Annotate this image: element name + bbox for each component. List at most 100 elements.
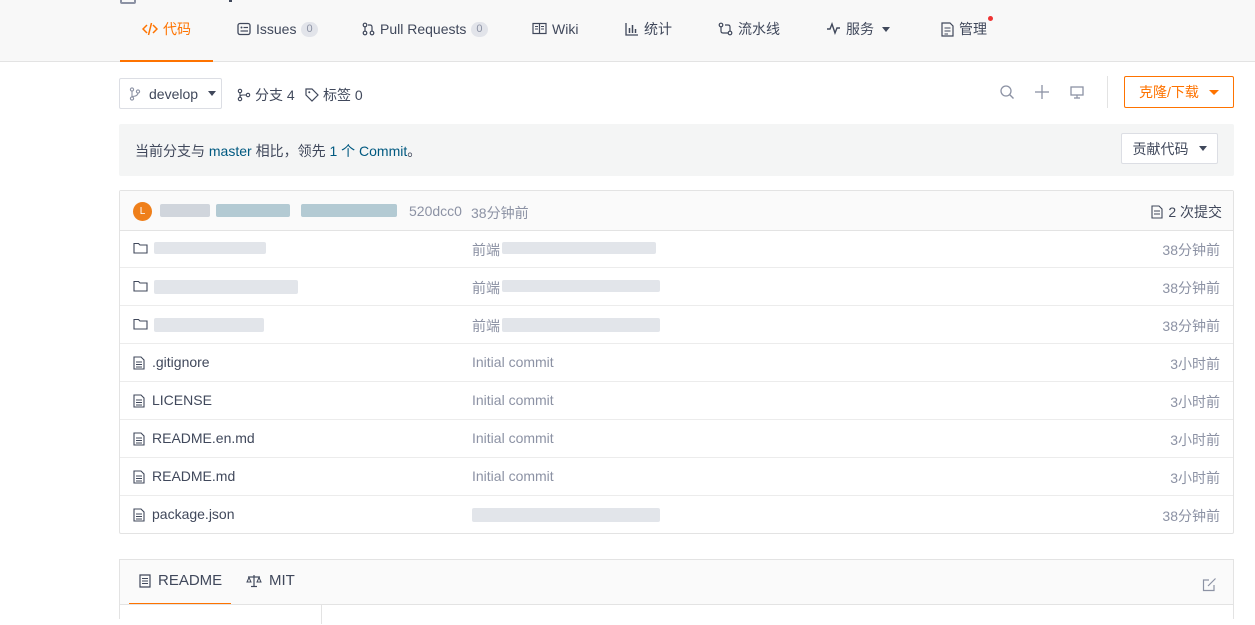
- contribute-label: 贡献代码: [1132, 140, 1189, 157]
- tab-readme[interactable]: README: [128, 572, 232, 605]
- redacted-folder-name: [154, 280, 298, 294]
- service-pulse-icon: [827, 22, 840, 35]
- file-row[interactable]: README.md Initial commit 3小时前: [120, 458, 1233, 496]
- file-row[interactable]: README.en.md Initial commit 3小时前: [120, 420, 1233, 458]
- file-icon: [133, 432, 145, 446]
- contribute-button[interactable]: 贡献代码: [1121, 133, 1218, 164]
- file-icon: [133, 508, 145, 522]
- branch-icon: [129, 86, 141, 101]
- tab-code-label: 代码: [163, 21, 191, 37]
- commits-count-link[interactable]: 2 次提交: [1151, 202, 1222, 222]
- folder-icon: [133, 318, 148, 330]
- tab-services[interactable]: 服务: [826, 19, 891, 61]
- file-icon: [133, 470, 145, 484]
- tab-pull-requests[interactable]: Pull Requests 0: [362, 19, 488, 61]
- redacted-author: [160, 204, 210, 217]
- toolbar-divider: [1107, 76, 1108, 108]
- redacted-commit-message: [216, 204, 290, 217]
- tab-issues[interactable]: Issues 0: [237, 19, 318, 61]
- file-row[interactable]: package.json 38分钟前: [120, 496, 1233, 534]
- commit-message[interactable]: 前端: [472, 316, 500, 336]
- edit-icon[interactable]: [1202, 577, 1217, 595]
- branch-name: develop: [149, 85, 199, 102]
- redacted-commit-message: [301, 204, 397, 217]
- search-icon[interactable]: [999, 84, 1015, 103]
- branch-select[interactable]: develop: [119, 78, 222, 109]
- add-file-icon[interactable]: [1034, 84, 1050, 103]
- tab-license[interactable]: MIT: [246, 572, 295, 589]
- tab-wiki[interactable]: Wiki: [532, 19, 578, 61]
- tab-services-label: 服务: [846, 21, 874, 37]
- chevron-down-icon: [208, 91, 217, 96]
- chevron-down-icon: [1208, 89, 1219, 95]
- tab-code[interactable]: 代码: [120, 19, 213, 62]
- file-time: 38分钟前: [1162, 508, 1220, 524]
- tab-pipeline-label: 流水线: [738, 21, 780, 37]
- file-row[interactable]: 前端 38分钟前: [120, 306, 1233, 344]
- tab-manage[interactable]: 管理: [941, 16, 993, 61]
- file-row[interactable]: 前端 38分钟前: [120, 268, 1233, 306]
- file-row[interactable]: LICENSE Initial commit 3小时前: [120, 382, 1233, 420]
- notice-text: 当前分支与 master 相比，领先 1 个 Commit。: [135, 141, 421, 161]
- tags-link[interactable]: 标签 0: [305, 85, 363, 105]
- chevron-down-icon: [882, 27, 890, 32]
- file-name-link[interactable]: README.md: [152, 468, 235, 484]
- file-name-link[interactable]: package.json: [152, 506, 235, 522]
- file-name-link[interactable]: README.en.md: [152, 430, 255, 446]
- branches-icon: [237, 88, 251, 102]
- tab-stats[interactable]: 统计: [625, 19, 672, 61]
- chevron-down-icon: [1198, 146, 1207, 151]
- file-icon: [133, 394, 145, 408]
- commit-message[interactable]: Initial commit: [472, 468, 554, 484]
- file-time: 38分钟前: [1162, 242, 1220, 258]
- avatar[interactable]: L: [133, 202, 152, 221]
- repo-icon: [120, 0, 136, 4]
- issues-count-badge: 0: [301, 22, 318, 37]
- readme-content: [120, 604, 1233, 625]
- code-icon: [142, 22, 158, 36]
- commit-message[interactable]: Initial commit: [472, 392, 554, 408]
- tags-label: 标签 0: [323, 87, 363, 103]
- commit-history-icon: [1151, 205, 1163, 219]
- redacted-commit-message: [502, 242, 656, 254]
- monitor-icon[interactable]: [1069, 84, 1085, 103]
- folder-icon: [133, 280, 148, 292]
- tab-license-label: MIT: [269, 572, 295, 589]
- tab-manage-text: 管理: [959, 21, 987, 37]
- branches-link[interactable]: 分支 4: [237, 85, 295, 105]
- commit-time: 38分钟前: [471, 205, 529, 221]
- stats-chart-icon: [625, 23, 638, 36]
- commit-message[interactable]: Initial commit: [472, 354, 554, 370]
- redacted-commit-message: [502, 318, 660, 332]
- file-time: 3小时前: [1170, 432, 1220, 448]
- commit-sha-link[interactable]: 520dcc0: [409, 203, 462, 219]
- file-row[interactable]: .gitignore Initial commit 3小时前: [120, 344, 1233, 382]
- pipeline-icon: [718, 22, 733, 36]
- repo-header: 代码 Issues 0 Pull Requests 0 Wiki 统计 流水线 …: [0, 0, 1255, 62]
- file-time: 3小时前: [1170, 394, 1220, 410]
- tab-pull-requests-label: Pull Requests: [380, 21, 467, 37]
- tag-icon: [305, 88, 319, 102]
- commit-message[interactable]: 前端: [472, 240, 500, 260]
- commits-count-label: 2 次提交: [1168, 204, 1222, 220]
- file-time: 3小时前: [1170, 470, 1220, 486]
- commit-message[interactable]: Initial commit: [472, 430, 554, 446]
- readme-divider: [321, 604, 322, 624]
- wiki-book-icon: [532, 22, 547, 35]
- clone-download-button[interactable]: 克隆/下载: [1124, 76, 1234, 108]
- file-name-link[interactable]: LICENSE: [152, 392, 212, 408]
- redacted-folder-name: [154, 242, 266, 254]
- base-branch-link[interactable]: master: [209, 143, 252, 159]
- file-icon: [133, 356, 145, 370]
- pull-request-icon: [362, 22, 375, 36]
- file-list: L 520dcc0 38分钟前 2 次提交 前端 38分钟前 前端 38分钟前 …: [119, 190, 1234, 534]
- file-name-link[interactable]: .gitignore: [152, 354, 210, 370]
- notice-prefix: 当前分支与: [135, 143, 205, 159]
- tab-pipeline[interactable]: 流水线: [718, 19, 780, 61]
- file-row[interactable]: 前端 38分钟前: [120, 230, 1233, 268]
- repo-title-fragment: [229, 0, 232, 2]
- ahead-commits-link[interactable]: 1 个 Commit: [329, 143, 407, 159]
- branches-label: 分支 4: [255, 87, 295, 103]
- commit-message[interactable]: 前端: [472, 278, 500, 298]
- file-time: 3小时前: [1170, 356, 1220, 372]
